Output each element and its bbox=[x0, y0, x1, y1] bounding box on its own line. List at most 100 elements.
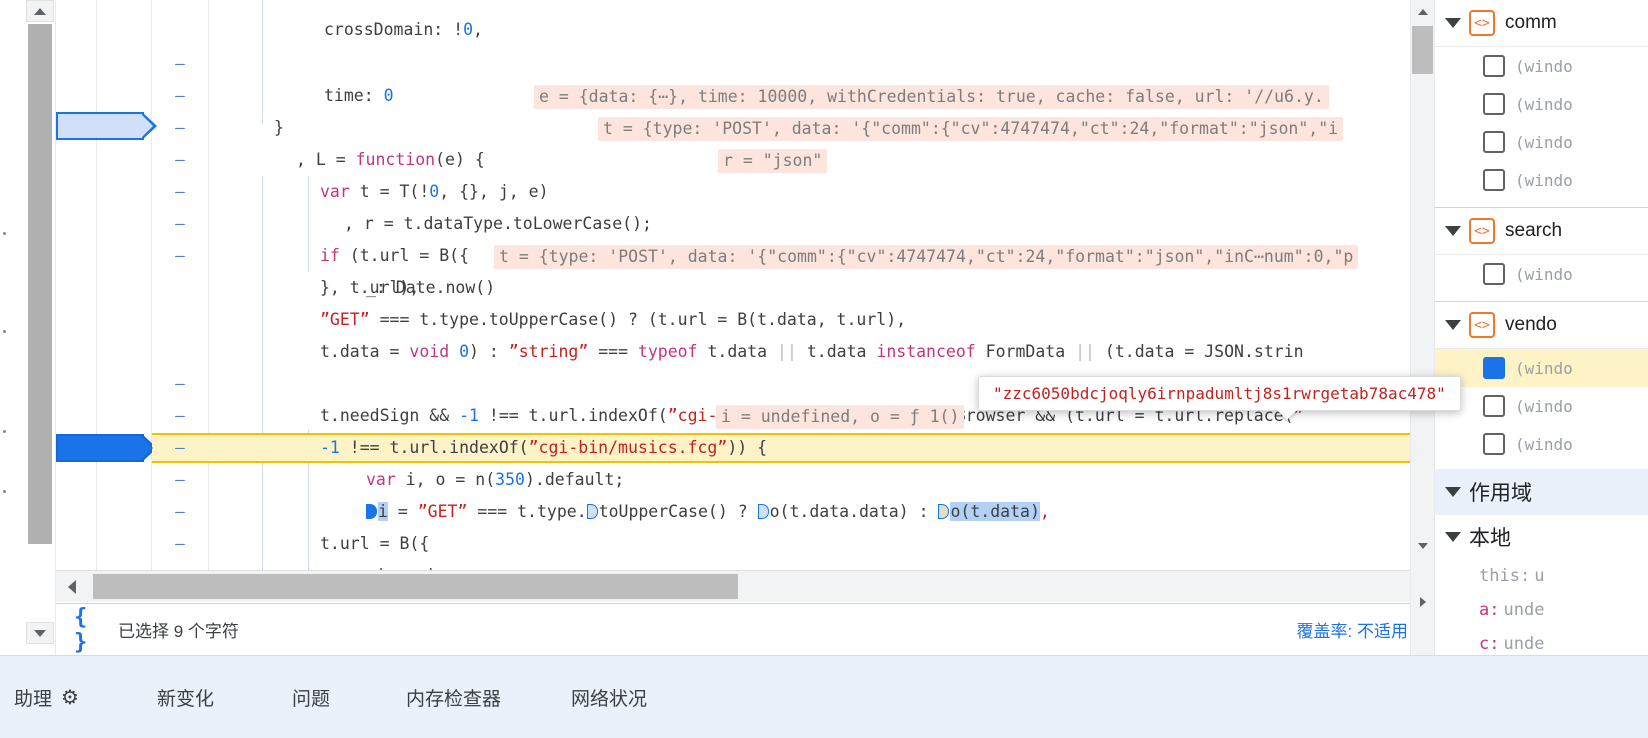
script-icon: <> bbox=[1469, 312, 1495, 338]
group-title: comm bbox=[1505, 12, 1557, 33]
chevron-down-icon bbox=[34, 629, 46, 637]
drawer-tab-network-conditions[interactable]: 网络状况 bbox=[571, 684, 647, 711]
group-header[interactable]: <> search bbox=[1435, 208, 1648, 255]
breakpoint-row[interactable]: (windo bbox=[1435, 123, 1648, 161]
coverage-label: 覆盖率: bbox=[1296, 622, 1353, 641]
caret-down-icon[interactable] bbox=[1445, 226, 1461, 236]
selected-expression[interactable]: o(t.data) bbox=[950, 502, 1040, 521]
breakpoint-checkbox[interactable] bbox=[1483, 263, 1505, 285]
sidebar-scroll-up[interactable] bbox=[1411, 0, 1434, 24]
chevron-down-icon bbox=[1417, 543, 1428, 549]
breakpoint-location: (windo bbox=[1515, 434, 1573, 454]
breakpoint-row-active[interactable]: (windo bbox=[1435, 349, 1648, 387]
caret-down-icon[interactable] bbox=[1445, 487, 1461, 497]
local-scope-header[interactable]: 本地 bbox=[1435, 515, 1648, 559]
code-line[interactable]: – , r = t.dataType.toLowerCase(); r = "j… bbox=[56, 144, 1430, 233]
breakpoint-row[interactable]: (windo bbox=[1435, 425, 1648, 463]
drawer-tab-issues[interactable]: 问题 bbox=[292, 684, 330, 711]
breakpoint-location: (windo bbox=[1515, 94, 1573, 114]
hscroll-thumb[interactable] bbox=[93, 574, 738, 599]
code-editor[interactable]: crossDomain: !0, – time: 0 – } – , L = f… bbox=[56, 0, 1430, 570]
sidebar-scrollbar[interactable] bbox=[1410, 0, 1434, 655]
code-line[interactable]: – _: Date.now() bbox=[56, 208, 1430, 297]
code-line[interactable]: – t.needSign && -1 !== t.url.indexOf(”cg… bbox=[56, 336, 1430, 425]
sidebar-scroll-thumb[interactable] bbox=[1412, 26, 1433, 74]
caret-down-icon[interactable] bbox=[1445, 532, 1461, 542]
code-line[interactable]: ”GET” === t.type.toUpperCase() ? (t.url … bbox=[56, 272, 1430, 329]
breakpoint-group-vendor: <> vendo (windo (windo (windo bbox=[1435, 301, 1648, 463]
breakpoint-checkbox[interactable] bbox=[1483, 395, 1505, 417]
code-content[interactable]: crossDomain: !0, – time: 0 – } – , L = f… bbox=[56, 0, 1430, 570]
step-marker-icon[interactable] bbox=[366, 504, 377, 519]
step-marker-icon[interactable] bbox=[757, 504, 769, 519]
pretty-print-button[interactable]: { } bbox=[74, 605, 108, 655]
breakpoint-checkbox[interactable] bbox=[1483, 131, 1505, 153]
breakpoint-checkbox[interactable] bbox=[1483, 93, 1505, 115]
caret-down-icon[interactable] bbox=[1445, 18, 1461, 28]
scroll-down-button[interactable] bbox=[26, 622, 54, 644]
breakpoint-checkbox[interactable] bbox=[1483, 169, 1505, 191]
drawer-tab-assistant[interactable]: 助理 ⚙ bbox=[14, 684, 79, 711]
code-line[interactable]: t.data = void 0) : ”string” === typeof t… bbox=[56, 304, 1430, 361]
code-line-paused[interactable]: – i = ”GET” === t.type. toUpperCase() ? o… bbox=[56, 432, 1430, 521]
script-icon: <> bbox=[1469, 218, 1495, 244]
script-icon: <> bbox=[1469, 10, 1495, 36]
group-header[interactable]: <> comm bbox=[1435, 0, 1648, 47]
devtools-sources-panel: crossDomain: !0, – time: 0 – } – , L = f… bbox=[0, 0, 1648, 738]
breakpoint-location: (windo bbox=[1515, 264, 1573, 284]
inline-eval-chip: e = {data: {⋯}, time: 10000, withCredent… bbox=[534, 85, 1329, 109]
drawer-tab-whats-new[interactable]: 新变化 bbox=[157, 684, 214, 711]
code-line[interactable]: – t.url = B({ bbox=[56, 464, 1430, 553]
code-line[interactable]: – time: 0 bbox=[56, 16, 1430, 105]
inline-eval-chip: r = "json" bbox=[718, 149, 828, 173]
chevron-up-icon bbox=[34, 7, 46, 15]
code-line[interactable]: }, t.url), t = {type: 'POST', data: '{"c… bbox=[56, 240, 1430, 297]
caret-down-icon[interactable] bbox=[1445, 320, 1461, 330]
breakpoint-row[interactable]: (windo bbox=[1435, 255, 1648, 293]
coverage-status[interactable]: 覆盖率: 不适用 bbox=[1297, 617, 1408, 642]
left-edge-dots bbox=[0, 0, 26, 655]
code-line[interactable]: – }, t.url) bbox=[56, 528, 1430, 570]
scroll-up-button[interactable] bbox=[26, 0, 54, 22]
sidebar-scroll-down[interactable] bbox=[1411, 534, 1434, 558]
hscroll-left-button[interactable] bbox=[56, 571, 88, 602]
sidebar-scroll-expand[interactable] bbox=[1411, 590, 1434, 614]
scope-variable-row[interactable]: c: unde bbox=[1435, 627, 1648, 655]
group-title: search bbox=[1505, 220, 1563, 241]
chevron-right-icon bbox=[1419, 597, 1426, 607]
breakpoint-row[interactable]: (windo bbox=[1435, 387, 1648, 425]
drawer-tab-bar: 助理 ⚙ 新变化 问题 内存检查器 网络状况 bbox=[0, 655, 1648, 738]
code-line[interactable]: – } bbox=[56, 48, 1430, 137]
vertical-scrollbar-thumb[interactable] bbox=[28, 24, 52, 544]
drawer-tab-label: 内存检查器 bbox=[405, 688, 501, 710]
chevron-left-icon bbox=[68, 579, 76, 594]
step-marker-icon[interactable] bbox=[938, 504, 950, 519]
coverage-value: 不适用 bbox=[1357, 622, 1408, 641]
scope-variable-row[interactable]: this: u bbox=[1435, 559, 1648, 593]
drawer-tab-memory-inspector[interactable]: 内存检查器 bbox=[406, 684, 501, 711]
fold-marker[interactable]: – bbox=[168, 464, 192, 496]
code-line[interactable]: } bbox=[56, 558, 1430, 570]
breakpoint-row[interactable]: (windo bbox=[1435, 47, 1648, 85]
breakpoint-row[interactable]: (windo bbox=[1435, 85, 1648, 123]
scope-var-name: this: bbox=[1479, 566, 1531, 586]
step-marker-icon[interactable] bbox=[586, 504, 598, 519]
value-tooltip: "zzc6050bdcjoqly6irnpadumltj8s1rwrgetab7… bbox=[978, 376, 1461, 420]
breakpoint-location: (windo bbox=[1515, 56, 1573, 76]
scope-section-header[interactable]: 作用域 bbox=[1435, 469, 1648, 515]
code-line[interactable]: – if (t.url = B({ bbox=[56, 176, 1430, 265]
scope-section-title: 作用域 bbox=[1469, 482, 1532, 505]
code-line[interactable]: – var t = T(!0, {}, j, e) t = {type: 'PO… bbox=[56, 112, 1430, 201]
breakpoint-checkbox[interactable] bbox=[1483, 357, 1505, 379]
editor-horizontal-scrollbar[interactable] bbox=[56, 570, 1430, 602]
local-scope-title: 本地 bbox=[1469, 527, 1511, 550]
breakpoint-checkbox[interactable] bbox=[1483, 433, 1505, 455]
breakpoint-location: (windo bbox=[1515, 170, 1573, 190]
group-header[interactable]: <> vendo bbox=[1435, 302, 1648, 349]
scope-var-value: unde bbox=[1503, 600, 1545, 620]
code-line[interactable]: – , L = function(e) { e = {data: {⋯}, ti… bbox=[56, 80, 1430, 169]
breakpoint-row[interactable]: (windo bbox=[1435, 161, 1648, 199]
scope-variable-row[interactable]: a: unde bbox=[1435, 593, 1648, 627]
breakpoint-checkbox[interactable] bbox=[1483, 55, 1505, 77]
code-line[interactable]: crossDomain: !0, bbox=[56, 0, 1430, 39]
